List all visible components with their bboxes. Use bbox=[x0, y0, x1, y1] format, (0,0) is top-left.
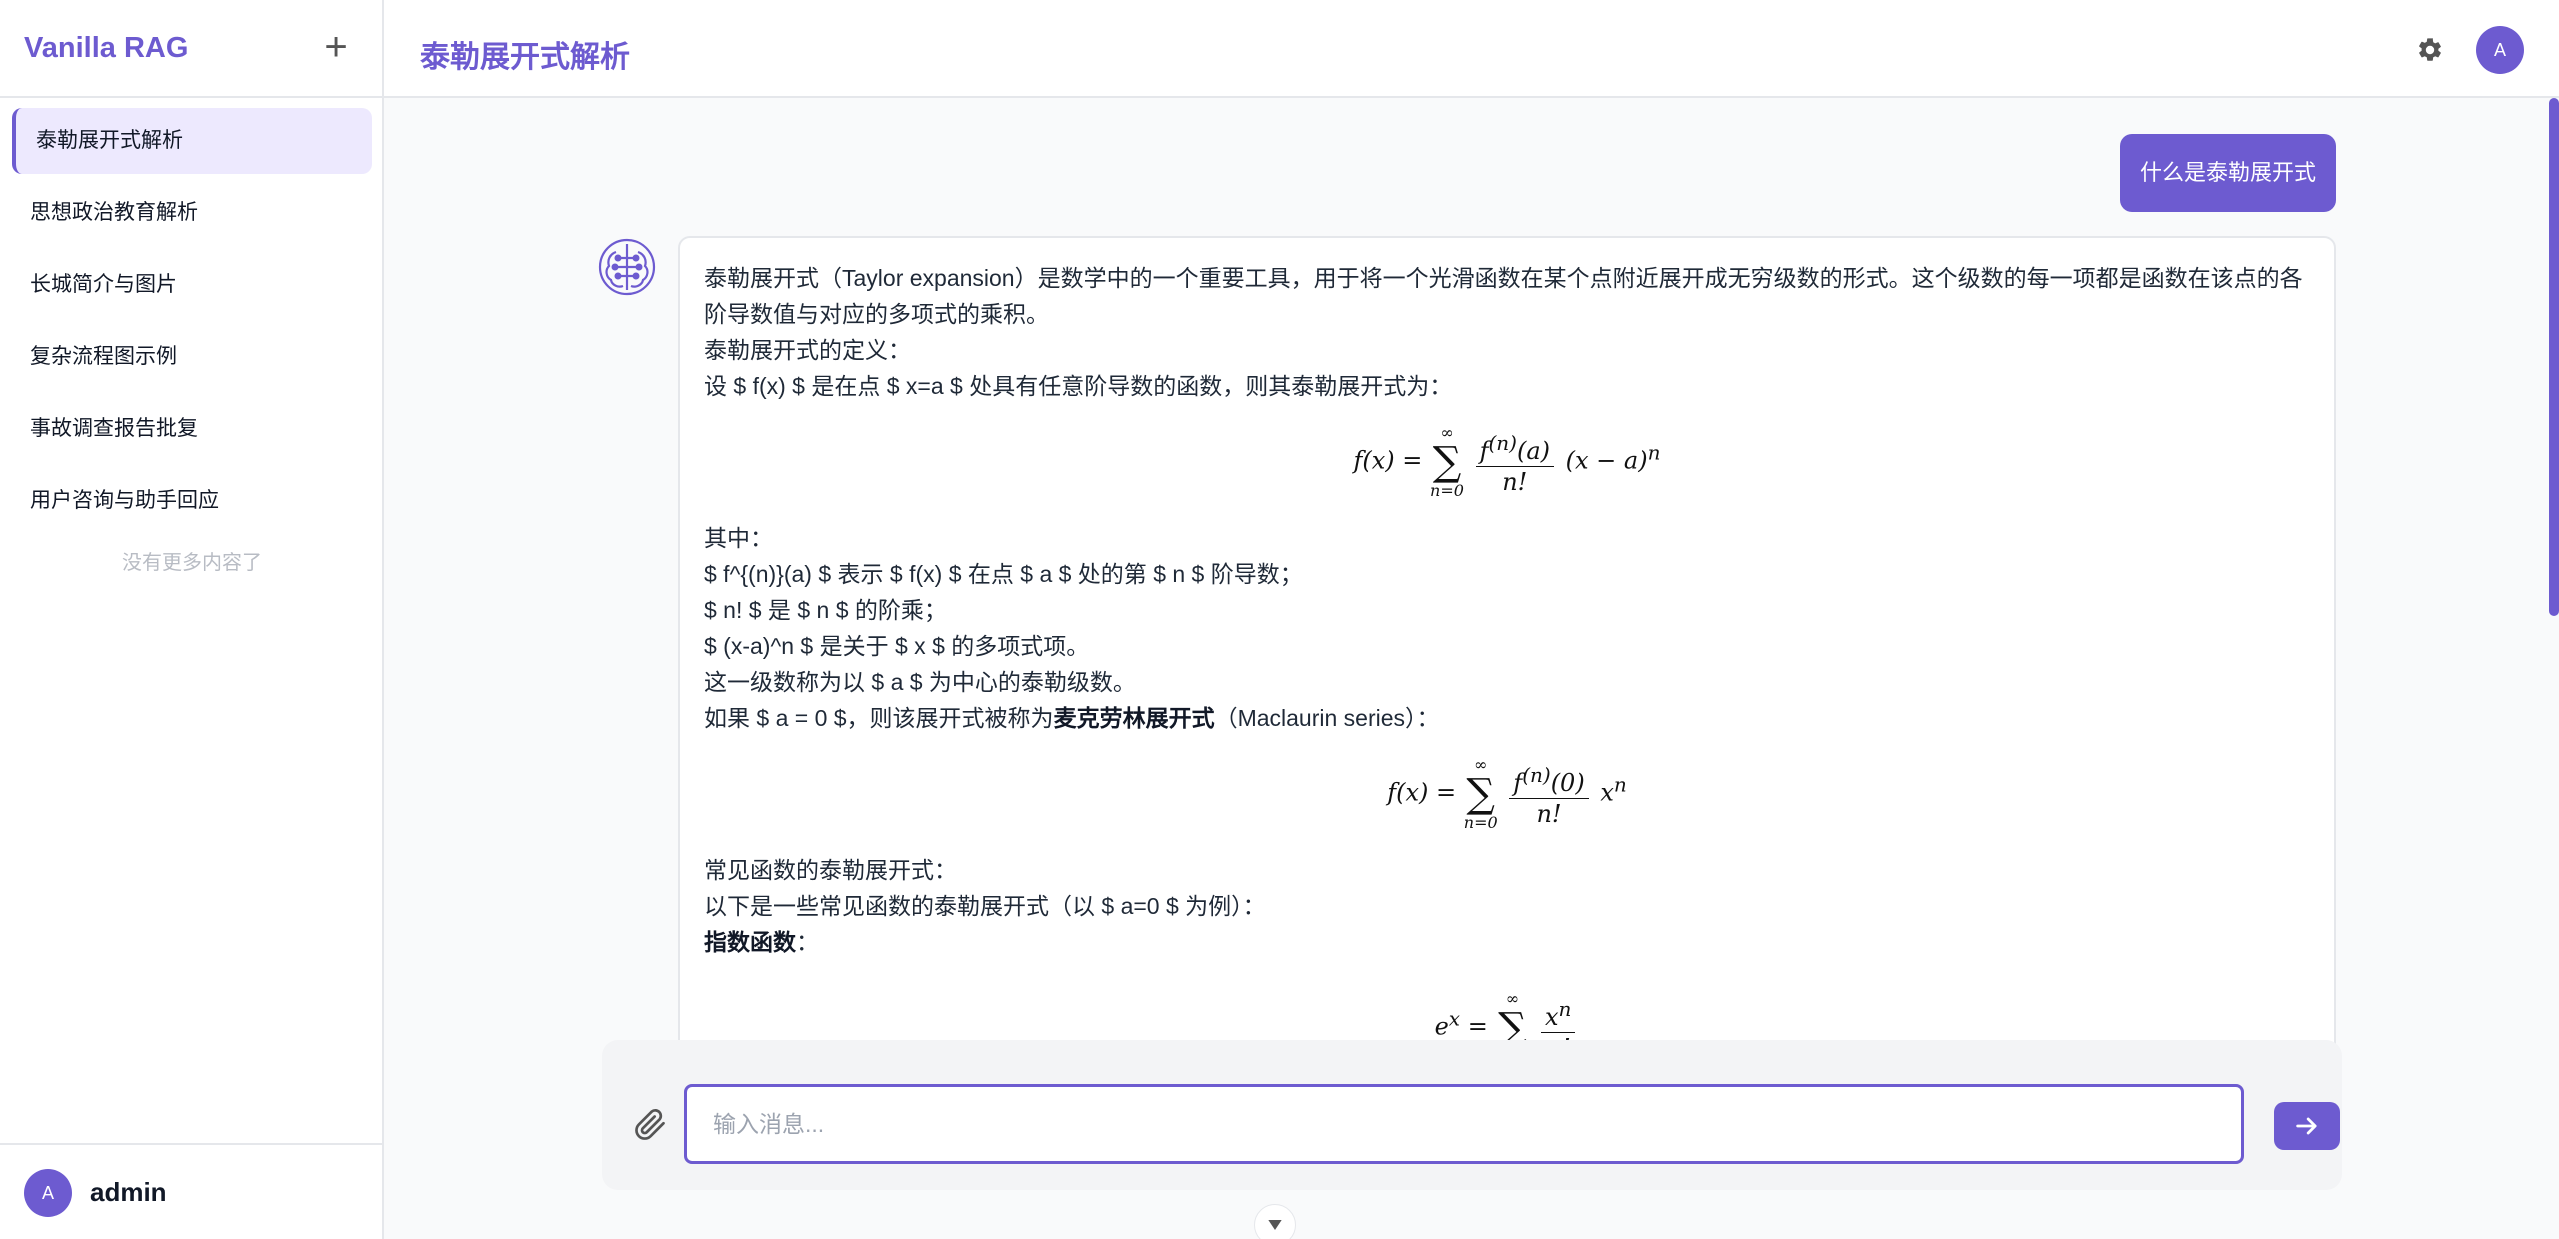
chevron-down-icon bbox=[1268, 1220, 1282, 1230]
series-text: 这一级数称为以 $ a $ 为中心的泰勒级数。 bbox=[704, 669, 1136, 695]
sidebar-item-accident-report[interactable]: 事故调查报告批复 bbox=[12, 396, 372, 462]
message-input[interactable] bbox=[684, 1084, 2244, 1164]
brain-icon bbox=[598, 238, 656, 296]
gear-icon bbox=[2419, 38, 2441, 61]
definition-text: 设 $ f(x) $ 是在点 $ x=a $ 处具有任意阶导数的函数，则其泰勒展… bbox=[704, 373, 1453, 399]
user-message: 什么是泰勒展开式 bbox=[2120, 134, 2336, 212]
common-heading: 常见函数的泰勒展开式： bbox=[704, 857, 957, 883]
scroll-down-button[interactable] bbox=[1254, 1204, 1296, 1239]
sidebar-item-taylor[interactable]: 泰勒展开式解析 bbox=[12, 108, 372, 174]
chat-scrollbar[interactable] bbox=[2549, 98, 2559, 1239]
sidebar-header: Vanilla RAG + bbox=[0, 0, 382, 98]
user-avatar[interactable]: A bbox=[24, 1169, 72, 1217]
top-bar: 泰勒展开式解析 A bbox=[384, 0, 2559, 98]
arrow-right-icon bbox=[2296, 1117, 2317, 1135]
exp-heading: 指数函数 bbox=[704, 929, 796, 955]
scrollbar-thumb[interactable] bbox=[2549, 98, 2559, 616]
sidebar: Vanilla RAG + 泰勒展开式解析 思想政治教育解析 长城简介与图片 复… bbox=[0, 0, 384, 1239]
brand-logo[interactable]: Vanilla RAG bbox=[24, 32, 188, 65]
user-profile[interactable]: A admin bbox=[0, 1143, 384, 1239]
maclaurin-line: 如果 $ a = 0 $，则该展开式被称为麦克劳林展开式（Maclaurin s… bbox=[704, 705, 1440, 731]
bullet-polynomial: $ (x-a)^n $ 是关于 $ x $ 的多项式项。 bbox=[704, 633, 1090, 659]
bullet-derivative: $ f^{(n)}(a) $ 表示 $ f(x) $ 在点 $ a $ 处的第 … bbox=[704, 561, 1303, 587]
page-title: 泰勒展开式解析 bbox=[420, 41, 630, 74]
assistant-message: 泰勒展开式（Taylor expansion）是数学中的一个重要工具，用于将一个… bbox=[678, 236, 2336, 1136]
chat-area[interactable]: 什么是泰勒展开式 泰勒展开式（Taylor expansion）是数学中的一个重… bbox=[384, 98, 2559, 1239]
exp-heading-line: 指数函数： bbox=[704, 929, 819, 955]
conversation-list: 泰勒展开式解析 思想政治教育解析 长城简介与图片 复杂流程图示例 事故调查报告批… bbox=[0, 108, 384, 575]
new-chat-button[interactable]: + bbox=[318, 27, 354, 67]
sidebar-item-great-wall[interactable]: 长城简介与图片 bbox=[12, 252, 372, 318]
sidebar-item-politics[interactable]: 思想政治教育解析 bbox=[12, 180, 372, 246]
taylor-formula: f(x) = ∞ ∑ n=0 f(n)(a) n! (x − a)n bbox=[1353, 423, 1661, 500]
common-text: 以下是一些常见函数的泰勒展开式（以 $ a=0 $ 为例）： bbox=[704, 893, 1266, 919]
header-avatar[interactable]: A bbox=[2476, 26, 2524, 74]
settings-button[interactable] bbox=[2412, 32, 2448, 68]
intro-paragraph: 泰勒展开式（Taylor expansion）是数学中的一个重要工具，用于将一个… bbox=[704, 265, 2303, 327]
send-button[interactable] bbox=[2274, 1102, 2340, 1150]
maclaurin-bold: 麦克劳林展开式 bbox=[1053, 705, 1215, 731]
no-more-label: 没有更多内容了 bbox=[122, 552, 262, 574]
composer bbox=[602, 1040, 2342, 1190]
where-label: 其中： bbox=[704, 525, 773, 551]
paperclip-icon bbox=[635, 1109, 665, 1140]
username: admin bbox=[90, 1177, 167, 1207]
plus-icon: + bbox=[324, 25, 348, 69]
maclaurin-formula: f(x) = ∞ ∑ n=0 f(n)(0) n! xn bbox=[1387, 755, 1627, 832]
definition-heading: 泰勒展开式的定义： bbox=[704, 337, 911, 363]
bot-avatar bbox=[596, 236, 658, 298]
sidebar-item-user-consult[interactable]: 用户咨询与助手回应 bbox=[12, 468, 372, 534]
attach-button[interactable] bbox=[632, 1106, 672, 1146]
bullet-factorial: $ n! $ 是 $ n $ 的阶乘； bbox=[704, 597, 947, 623]
app-root: Vanilla RAG + 泰勒展开式解析 思想政治教育解析 长城简介与图片 复… bbox=[0, 0, 2559, 1239]
sidebar-item-flowchart[interactable]: 复杂流程图示例 bbox=[12, 324, 372, 390]
